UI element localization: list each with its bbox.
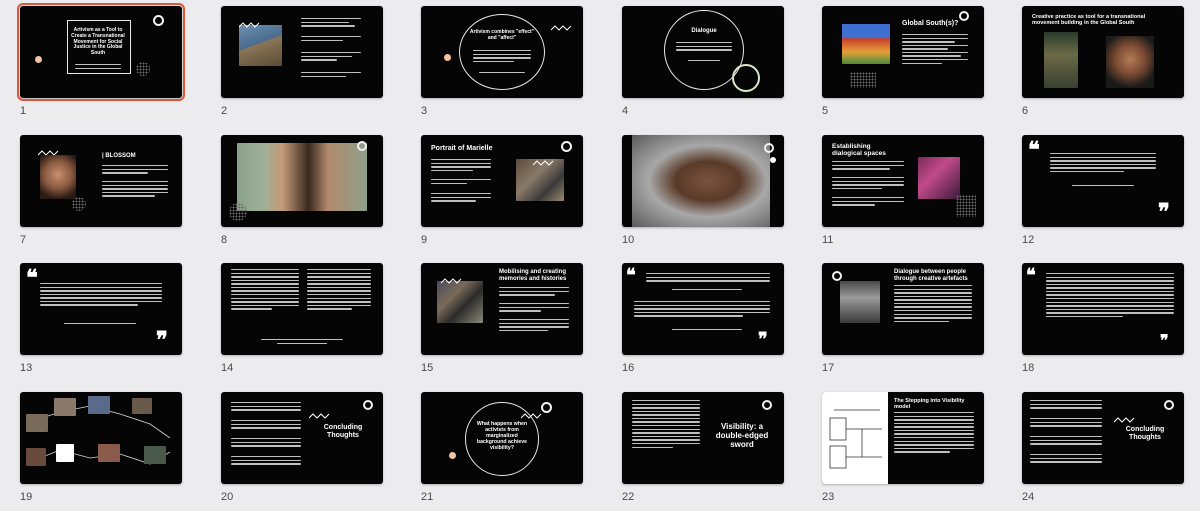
slide-title: Visibility: a double-edged sword xyxy=(715,422,769,450)
slide-number: 13 xyxy=(20,362,33,374)
slide-title: Dialogue between people through creative… xyxy=(894,269,968,282)
slide-16[interactable]: ❝ ❞ 16 xyxy=(622,263,784,374)
slide-number: 11 xyxy=(822,234,834,246)
slide-17[interactable]: Dialogue between people through creative… xyxy=(822,263,984,374)
slide-thumbnail[interactable] xyxy=(20,392,182,484)
slide-number: 23 xyxy=(822,491,835,503)
slide-21[interactable]: What happens when activists from margina… xyxy=(421,392,583,503)
slide-thumbnail[interactable]: | BLOSSOM xyxy=(20,135,182,227)
slide-thumbnail[interactable]: Dialogue xyxy=(622,6,784,98)
slide-thumbnail[interactable]: ❝ ❞ xyxy=(20,263,182,355)
slide-thumbnail[interactable]: Portrait of Marielle xyxy=(421,135,583,227)
slide-6[interactable]: Creative practice as tool for a transnat… xyxy=(1022,6,1184,117)
slide-number: 6 xyxy=(1022,105,1029,117)
slide-thumbnail[interactable]: Establishing dialogical spaces xyxy=(822,135,984,227)
slide-thumbnail[interactable]: ❝ ❞ xyxy=(1022,263,1184,355)
slide-number: 2 xyxy=(221,105,228,117)
slide-10[interactable]: 10 xyxy=(622,135,784,246)
slide-1[interactable]: Artivism as a Tool to Create a Transnati… xyxy=(17,3,185,117)
slide-title: Concluding Thoughts xyxy=(1125,426,1165,442)
slide-3[interactable]: Artivism combines "effect" and "affect" … xyxy=(421,6,583,117)
slide-20[interactable]: Concluding Thoughts 20 xyxy=(221,392,383,503)
slide-thumbnail[interactable]: ❝ ❞ xyxy=(622,263,784,355)
slide-9[interactable]: Portrait of Marielle 9 xyxy=(421,135,583,246)
slide-title: Concluding Thoughts xyxy=(323,424,363,440)
slide-thumbnail[interactable]: Concluding Thoughts xyxy=(221,392,383,484)
slide-13[interactable]: ❝ ❞ 13 xyxy=(20,263,182,374)
slide-title: Artivism combines "effect" and "affect" xyxy=(469,29,535,41)
slide-title: Global South(s)? xyxy=(902,20,959,27)
slide-thumbnail[interactable]: Artivism as a Tool to Create a Transnati… xyxy=(17,3,185,101)
slide-number: 17 xyxy=(822,362,835,374)
slide-thumbnail[interactable]: Concluding Thoughts xyxy=(1022,392,1184,484)
slide-sorter-grid: Artivism as a Tool to Create a Transnati… xyxy=(0,0,1200,511)
slide-number: 15 xyxy=(421,362,434,374)
slide-number: 14 xyxy=(221,362,234,374)
slide-thumbnail[interactable]: Global South(s)? xyxy=(822,6,984,98)
slide-14[interactable]: 14 xyxy=(221,263,383,374)
slide-number: 1 xyxy=(20,105,27,117)
slide-number: 3 xyxy=(421,105,428,117)
slide-title: What happens when activists from margina… xyxy=(476,421,528,451)
slide-thumbnail[interactable]: ❝ ❞ xyxy=(1022,135,1184,227)
slide-number: 22 xyxy=(622,491,635,503)
slide-number: 8 xyxy=(221,234,228,246)
slide-thumbnail[interactable]: Creative practice as tool for a transnat… xyxy=(1022,6,1184,98)
slide-23[interactable]: The Stepping into Visibility model 23 xyxy=(822,392,984,503)
slide-18[interactable]: ❝ ❞ 18 xyxy=(1022,263,1184,374)
slide-thumbnail[interactable]: Dialogue between people through creative… xyxy=(822,263,984,355)
slide-title: Establishing dialogical spaces xyxy=(832,143,886,158)
slide-number: 24 xyxy=(1022,491,1035,503)
slide-number: 18 xyxy=(1022,362,1035,374)
slide-24[interactable]: Concluding Thoughts 24 xyxy=(1022,392,1184,503)
slide-title: Portrait of Marielle xyxy=(431,145,493,152)
slide-title: Dialogue xyxy=(691,28,717,34)
slide-number: 5 xyxy=(822,105,829,117)
slide-thumbnail[interactable]: Visibility: a double-edged sword xyxy=(622,392,784,484)
slide-thumbnail[interactable]: What happens when activists from margina… xyxy=(421,392,583,484)
slide-thumbnail[interactable]: Mobilising and creating memories and his… xyxy=(421,263,583,355)
slide-19[interactable]: 19 xyxy=(20,392,182,503)
slide-thumbnail[interactable]: The Stepping into Visibility model xyxy=(822,392,984,484)
slide-number: 9 xyxy=(421,234,428,246)
slide-4[interactable]: Dialogue 4 xyxy=(622,6,784,117)
slide-12[interactable]: ❝ ❞ 12 xyxy=(1022,135,1184,246)
slide-11[interactable]: Establishing dialogical spaces 11 xyxy=(822,135,984,246)
slide-title: Creative practice as tool for a transnat… xyxy=(1032,14,1146,27)
slide-thumbnail[interactable]: Artivism combines "effect" and "affect" xyxy=(421,6,583,98)
slide-number: 20 xyxy=(221,491,234,503)
slide-thumbnail[interactable] xyxy=(221,135,383,227)
slide-7[interactable]: | BLOSSOM 7 xyxy=(20,135,182,246)
slide-number: 12 xyxy=(1022,234,1035,246)
slide-15[interactable]: Mobilising and creating memories and his… xyxy=(421,263,583,374)
slide-5[interactable]: Global South(s)? 5 xyxy=(822,6,984,117)
slide-title: Artivism as a Tool to Create a Transnati… xyxy=(71,27,125,56)
slide-8[interactable]: 8 xyxy=(221,135,383,246)
slide-22[interactable]: Visibility: a double-edged sword 22 xyxy=(622,392,784,503)
slide-title: The Stepping into Visibility model xyxy=(894,398,965,411)
slide-number: 10 xyxy=(622,234,635,246)
slide-thumbnail[interactable] xyxy=(221,6,383,98)
slide-title: | BLOSSOM xyxy=(102,153,136,159)
slide-number: 16 xyxy=(622,362,635,374)
slide-number: 21 xyxy=(421,491,434,503)
slide-2[interactable]: 2 xyxy=(221,6,383,117)
slide-number: 19 xyxy=(20,491,33,503)
slide-thumbnail[interactable] xyxy=(622,135,784,227)
slide-title: Mobilising and creating memories and his… xyxy=(499,269,567,282)
slide-number: 4 xyxy=(622,105,629,117)
slide-thumbnail[interactable] xyxy=(221,263,383,355)
slide-number: 7 xyxy=(20,234,27,246)
